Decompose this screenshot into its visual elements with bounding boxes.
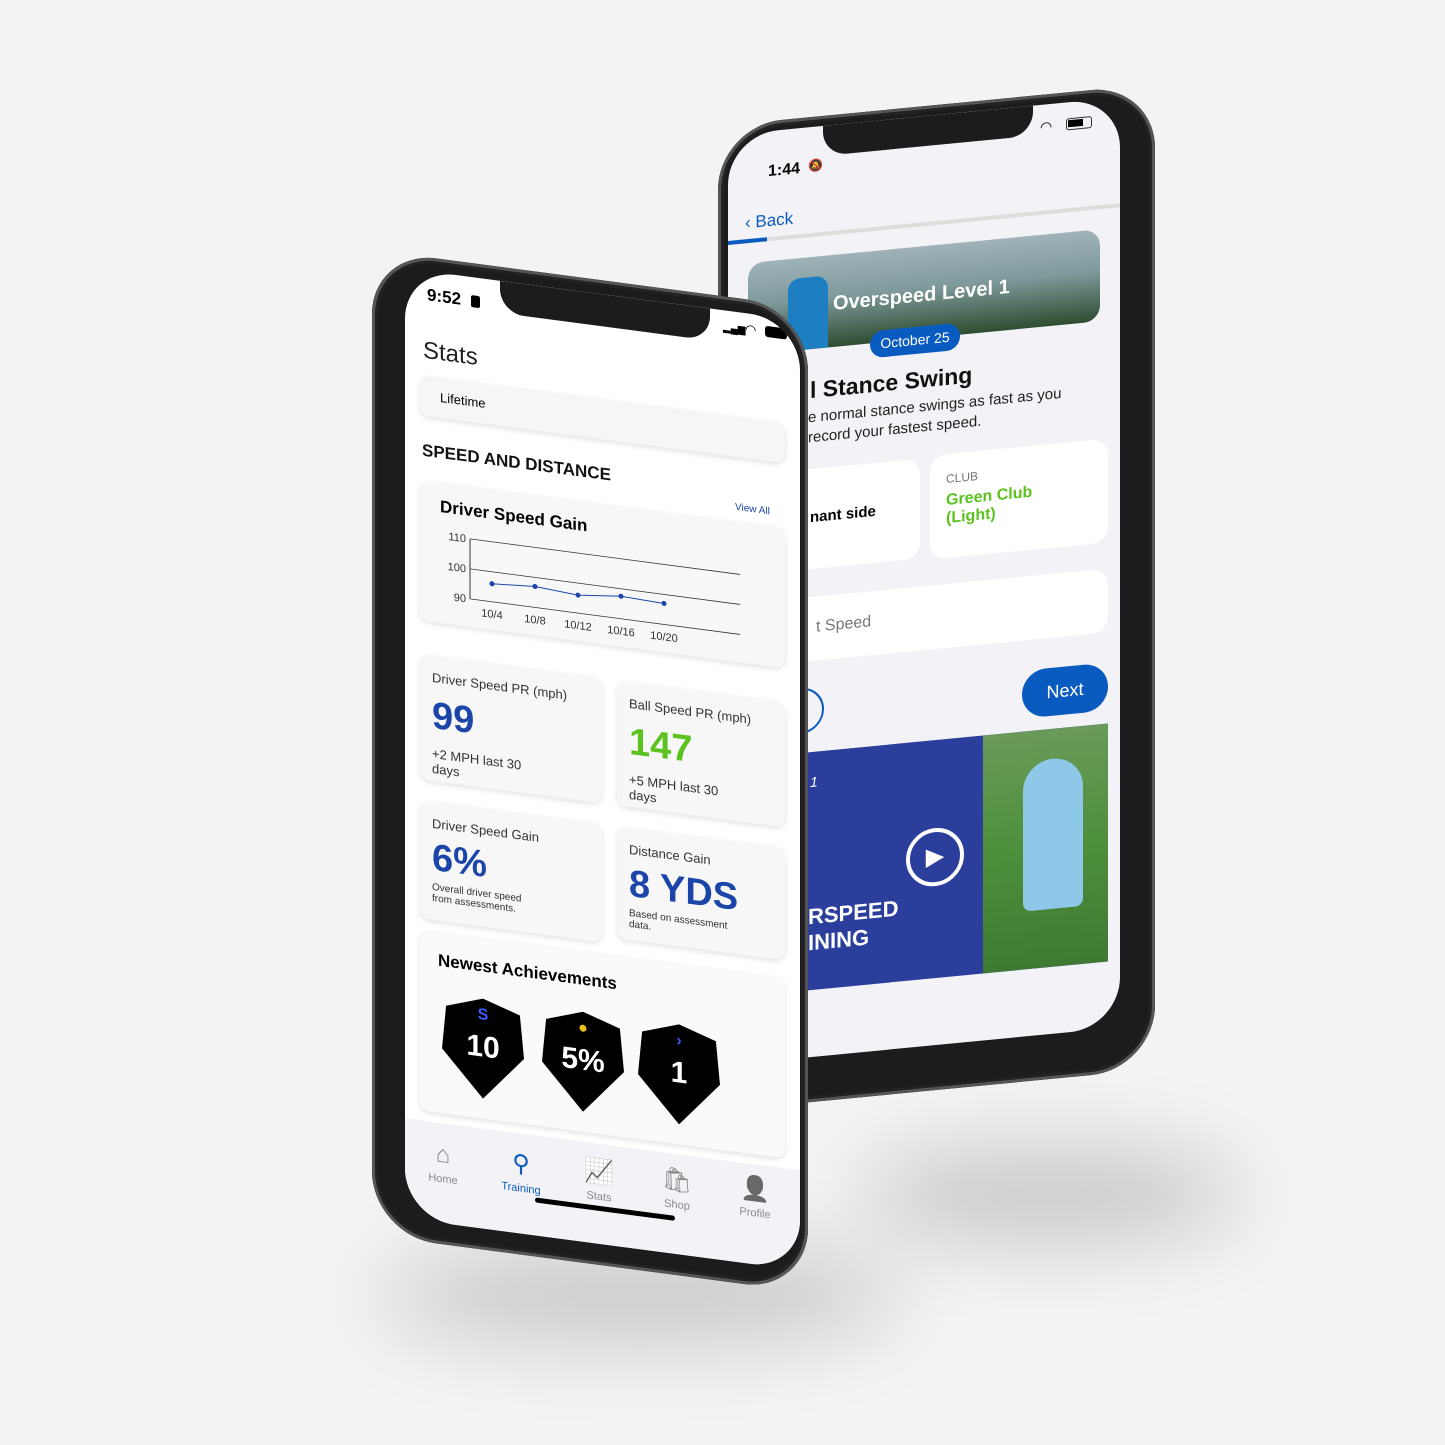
status-time: 9:52 xyxy=(427,285,462,309)
tab-home[interactable]: ⌂ Home xyxy=(413,1137,473,1189)
club-card[interactable]: CLUB Green Club (Light) xyxy=(930,438,1108,560)
tab-label: Profile xyxy=(739,1205,771,1222)
chart-trend-icon: 📈 xyxy=(584,1156,614,1188)
training-video[interactable]: 1 ▶ RSPEED INING xyxy=(808,723,1108,991)
badge-value: 10 xyxy=(466,1028,500,1066)
y-tick-label: 100 xyxy=(448,561,466,575)
data-point xyxy=(575,592,581,598)
stat-card: Ball Speed PR (mph) 147 +5 MPH last 30 d… xyxy=(617,680,785,828)
swoosh-icon: S xyxy=(477,1005,489,1025)
notch xyxy=(500,280,710,341)
stat-note: +5 MPH last 30 days xyxy=(629,771,719,806)
video-photo xyxy=(983,723,1108,974)
stat-card: Distance Gain 8 YDS Based on assessment … xyxy=(617,826,785,961)
badge-value: 1 xyxy=(670,1055,688,1091)
bomb-icon: ● xyxy=(578,1019,588,1038)
gridline xyxy=(470,598,740,635)
badge-value: 5% xyxy=(561,1040,605,1080)
wifi-icon: ◠ xyxy=(1040,117,1053,135)
tab-shop[interactable]: 🛍 Shop xyxy=(647,1162,707,1215)
x-tick-label: 10/12 xyxy=(564,618,591,634)
stat-value: 147 xyxy=(629,720,693,772)
play-circle-icon[interactable]: ▶ xyxy=(906,825,964,889)
golf-ball-tee-icon: ⚲ xyxy=(512,1149,530,1179)
stats-screen: 9:52 ▂▄▆ ◠ Stats Lifetime SPEED AND DIST… xyxy=(405,268,800,1271)
progress-fill xyxy=(728,237,768,246)
stat-note: +2 MPH last 30 days xyxy=(432,745,522,780)
gridline xyxy=(470,538,740,575)
tab-profile[interactable]: 👤 Profile xyxy=(725,1170,785,1223)
data-point xyxy=(489,581,495,587)
back-button[interactable]: ‹ Back xyxy=(745,209,793,234)
next-button[interactable]: Next xyxy=(1022,662,1108,719)
shopping-bag-icon: 🛍 xyxy=(661,1165,693,1197)
wifi-icon: ◠ xyxy=(745,321,757,338)
achievement-badge[interactable]: › 1 xyxy=(638,1019,720,1130)
signal-icon: ▂▄▆ xyxy=(723,322,746,337)
bell-slash-icon: 🔕 xyxy=(808,157,823,174)
achievement-badge[interactable]: S 10 xyxy=(442,993,524,1104)
chart-card: Driver Speed Gain 90 100 110 10/4 10/8 10/12 1… xyxy=(420,480,785,669)
y-tick-label: 110 xyxy=(448,531,466,545)
speed-input[interactable]: t Speed xyxy=(758,568,1108,667)
tab-training[interactable]: ⚲ Training xyxy=(491,1146,551,1199)
sim-icon xyxy=(471,295,480,309)
back-label: Back xyxy=(755,208,794,232)
data-point xyxy=(661,600,667,606)
home-icon: ⌂ xyxy=(435,1140,451,1170)
period-value: Lifetime xyxy=(440,389,486,411)
tab-label: Training xyxy=(501,1180,541,1198)
x-tick-label: 10/8 xyxy=(524,613,545,628)
side-value: nant side xyxy=(810,502,876,527)
status-time: 1:44 xyxy=(768,160,801,181)
stat-card: Driver Speed PR (mph) 99 +2 MPH last 30 … xyxy=(420,654,602,804)
driver-speed-chart: 90 100 110 10/4 10/8 10/12 10/16 10/20 xyxy=(448,531,740,646)
achievements-card: Newest Achievements S 10 ● 5% › 1 xyxy=(420,930,785,1159)
view-all-link[interactable]: View All xyxy=(735,502,770,518)
page-title: Stats xyxy=(423,336,478,371)
battery-icon xyxy=(1066,115,1092,131)
tab-label: Shop xyxy=(664,1197,690,1213)
video-title-2: INING xyxy=(808,924,870,956)
achievement-badge[interactable]: ● 5% xyxy=(542,1006,624,1117)
tab-label: Home xyxy=(428,1171,458,1188)
battery-icon xyxy=(765,325,787,340)
y-tick-label: 90 xyxy=(454,592,466,606)
back-phone-shadow xyxy=(860,1150,1240,1240)
gridline xyxy=(470,568,740,605)
x-tick-label: 10/16 xyxy=(607,624,634,640)
notch xyxy=(823,105,1033,156)
x-tick-label: 10/4 xyxy=(481,607,502,622)
chevron-right-icon: › xyxy=(676,1032,682,1050)
section-title: SPEED AND DISTANCE xyxy=(422,440,611,485)
stat-card: Driver Speed Gain 6% Overall driver spee… xyxy=(420,800,602,943)
x-tick-label: 10/20 xyxy=(650,630,677,646)
profile-icon: 👤 xyxy=(740,1173,770,1205)
video-label: 1 xyxy=(810,773,818,791)
data-point xyxy=(532,583,538,589)
front-phone: 9:52 ▂▄▆ ◠ Stats Lifetime SPEED AND DIST… xyxy=(372,250,808,1293)
data-point xyxy=(618,593,624,599)
speed-placeholder: t Speed xyxy=(816,613,872,636)
banner-title: Overspeed Level 1 xyxy=(833,275,1010,315)
achievements-title: Newest Achievements xyxy=(438,950,617,994)
tab-stats[interactable]: 📈 Stats xyxy=(569,1154,629,1207)
